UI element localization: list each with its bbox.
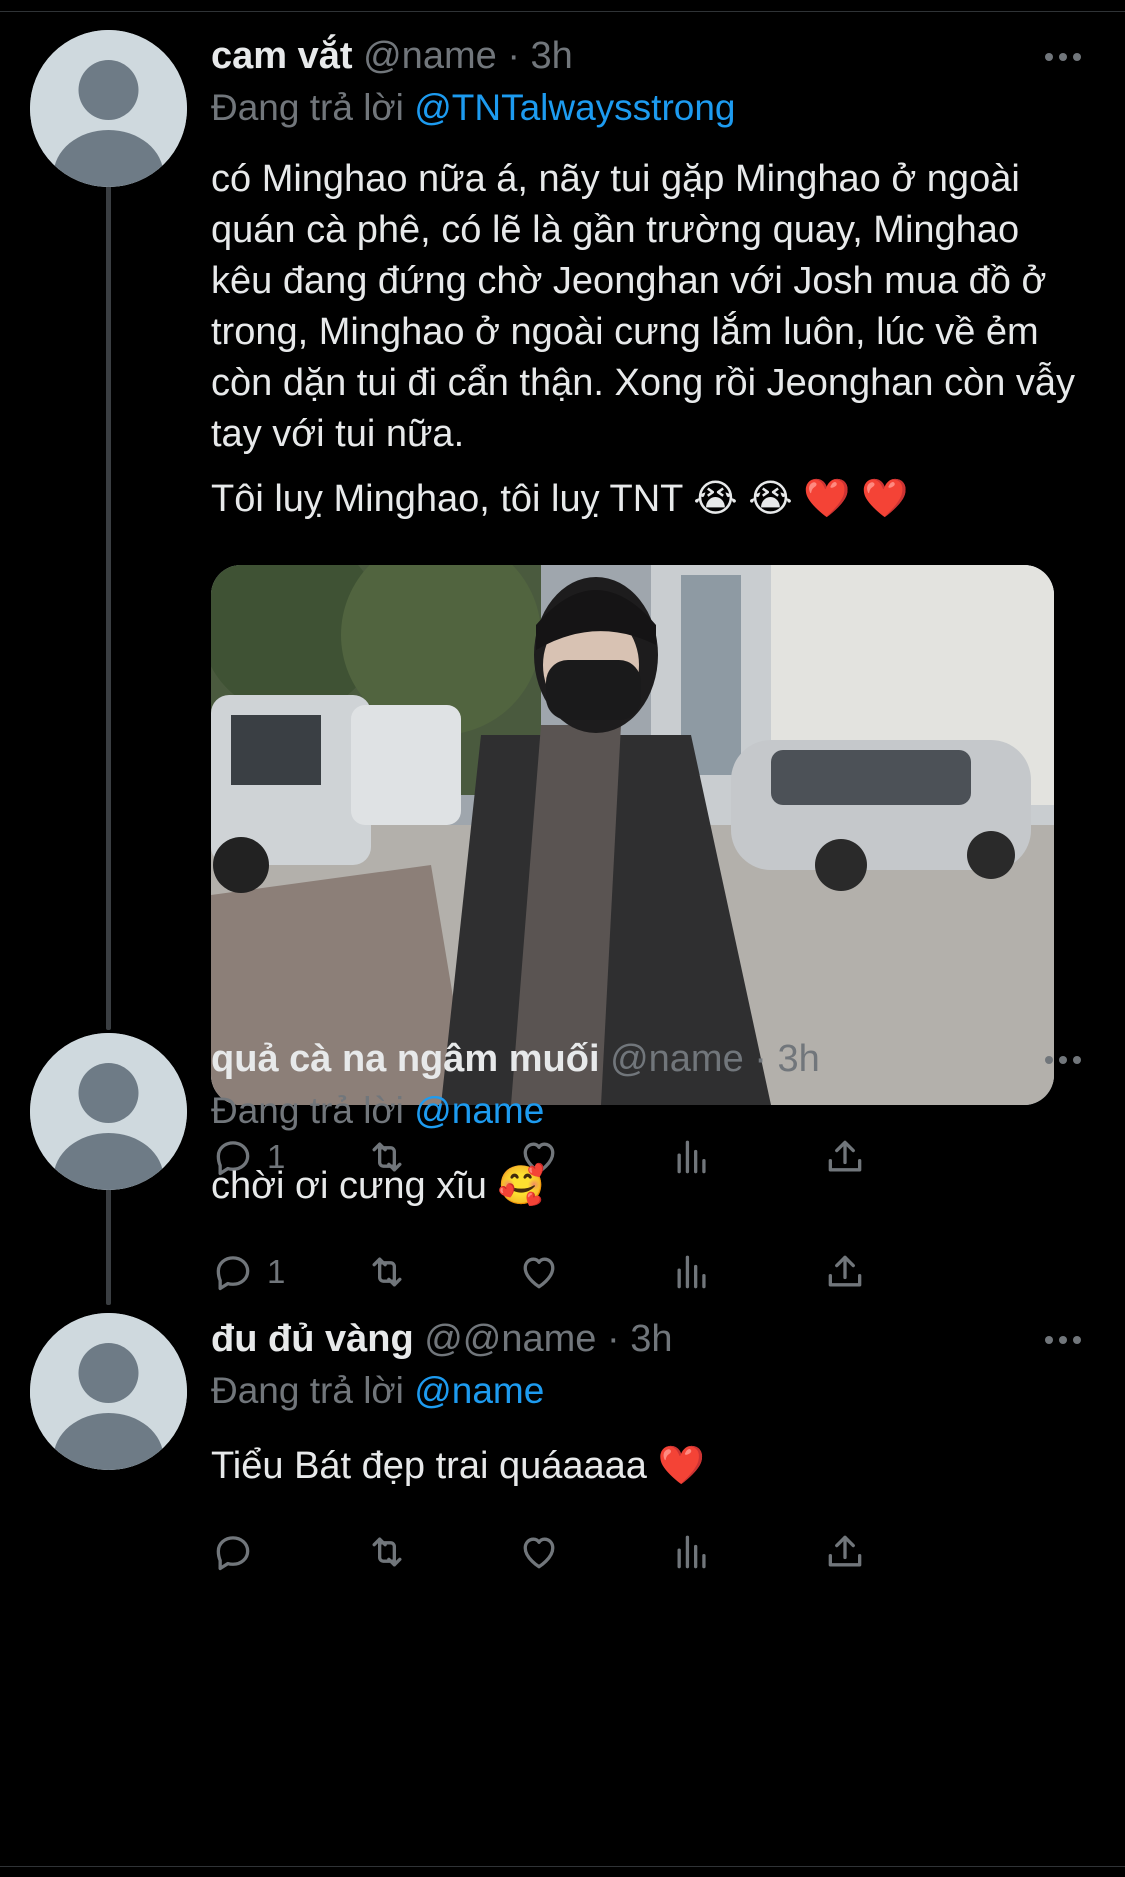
thread-line	[106, 165, 111, 1030]
tweet-actions: 1	[211, 1242, 1081, 1302]
tweet-text-second: Tôi luỵ Minghao, tôi luỵ TNT 😭 😭 ❤️ ❤️	[211, 478, 909, 520]
tweet-text: Tiểu Bát đẹp trai quáaaaa ❤️	[211, 1445, 705, 1487]
reply-mention-link[interactable]: @name	[414, 1370, 544, 1411]
views-icon	[677, 1255, 706, 1289]
share-icon	[828, 1535, 862, 1567]
separator-dot: ·	[754, 1038, 767, 1080]
retweet-button[interactable]	[364, 1242, 410, 1302]
avatar[interactable]	[30, 1313, 187, 1470]
views-button[interactable]	[670, 1522, 714, 1582]
tweet-content: đu đủ vàng @@name · 3h Đang trả lời @nam…	[211, 1313, 1081, 1582]
tweet-text: có Minghao nữa á, nãy tui gặp Minghao ở …	[211, 158, 1086, 455]
share-button[interactable]	[823, 1522, 867, 1582]
reply-button[interactable]: 1	[211, 1242, 285, 1302]
retweet-icon	[372, 1537, 402, 1567]
tweet-text: chời ơi cưng xĩu 🥰	[211, 1165, 545, 1207]
like-button[interactable]	[517, 1522, 561, 1582]
retweet-icon	[372, 1257, 402, 1287]
display-name[interactable]: cam vắt	[211, 35, 353, 77]
reply-context: Đang trả lời @name	[211, 1365, 1081, 1417]
display-name[interactable]: quả cà na ngâm muối	[211, 1038, 600, 1080]
timestamp[interactable]: 3h	[630, 1318, 672, 1360]
reply-icon	[216, 1536, 250, 1571]
timestamp[interactable]: 3h	[778, 1038, 820, 1080]
timestamp[interactable]: 3h	[531, 35, 573, 77]
tweet-photo[interactable]	[211, 565, 1054, 1105]
more-icon[interactable]	[1040, 1325, 1086, 1355]
tweet-header: đu đủ vàng @@name · 3h	[211, 1313, 1081, 1365]
separator-dot: ·	[607, 1318, 620, 1360]
views-icon	[677, 1535, 706, 1569]
avatar[interactable]	[30, 1033, 187, 1190]
reply-mention-link[interactable]: @name	[414, 1090, 544, 1131]
like-icon	[523, 1257, 555, 1289]
like-icon	[523, 1537, 555, 1569]
user-handle[interactable]: @name	[610, 1038, 744, 1080]
tweet-actions	[211, 1522, 1081, 1582]
default-avatar-icon	[30, 30, 187, 187]
top-divider	[0, 0, 1125, 12]
avatar[interactable]	[30, 30, 187, 187]
display-name[interactable]: đu đủ vàng	[211, 1318, 414, 1360]
like-button[interactable]	[517, 1242, 561, 1302]
share-icon	[828, 1255, 862, 1287]
reply-button[interactable]	[211, 1522, 267, 1582]
share-button[interactable]	[823, 1242, 867, 1302]
bottom-divider	[0, 1866, 1125, 1867]
tweet-header: quả cà na ngâm muối @name · 3h	[211, 1033, 1081, 1085]
tweet-header: cam vắt @name · 3h	[211, 30, 1081, 82]
reply-mention-link[interactable]: @TNTalwaysstrong	[414, 87, 735, 128]
default-avatar-icon	[30, 1033, 187, 1190]
retweet-button[interactable]	[364, 1522, 410, 1582]
reply-context: Đang trả lời @TNTalwaysstrong	[211, 82, 1081, 134]
reply-prefix: Đang trả lời	[211, 1090, 404, 1131]
reply-count: 1	[267, 1253, 286, 1290]
tweet-content: quả cà na ngâm muối @name · 3h Đang trả …	[211, 1033, 1081, 1302]
reply-prefix: Đang trả lời	[211, 87, 404, 128]
separator-dot: ·	[507, 35, 520, 77]
more-icon[interactable]	[1040, 1045, 1086, 1075]
reply-icon	[216, 1256, 250, 1291]
reply-context: Đang trả lời @name	[211, 1085, 1081, 1137]
reply-prefix: Đang trả lời	[211, 1370, 404, 1411]
more-icon[interactable]	[1040, 42, 1086, 72]
default-avatar-icon	[30, 1313, 187, 1470]
user-handle[interactable]: @name	[363, 35, 497, 77]
photo-image	[211, 565, 1054, 1105]
user-handle[interactable]: @@name	[424, 1318, 596, 1360]
views-button[interactable]	[670, 1242, 714, 1302]
tweet-content: cam vắt @name · 3h Đang trả lời @TNTalwa…	[211, 30, 1081, 1187]
